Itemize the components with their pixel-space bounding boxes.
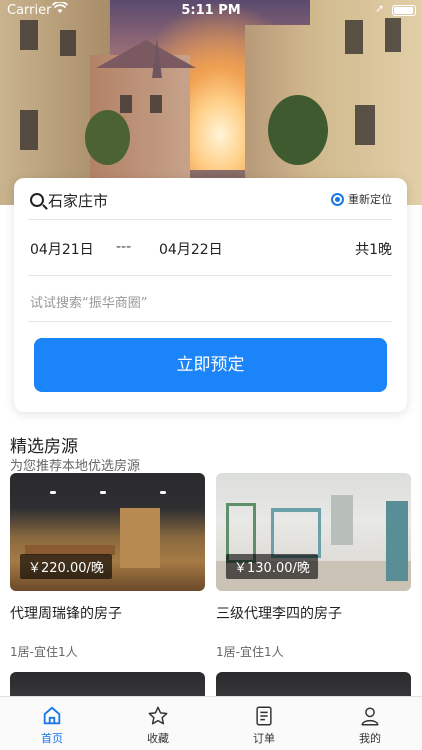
tab-favorites[interactable]: 收藏 [118, 705, 198, 746]
battery-icon [392, 5, 416, 16]
listing-photo[interactable]: ￥130.00/晚 [216, 473, 411, 591]
star-icon [148, 706, 168, 725]
city-name[interactable]: 石家庄市 [48, 190, 108, 211]
section-subtitle: 为您推荐本地优选房源 [10, 459, 141, 474]
search-icon [30, 193, 44, 207]
listing-card[interactable]: ￥130.00/晚 三级代理李四的房子 1居-宜住1人 [216, 473, 411, 660]
price-badge: ￥220.00/晚 [20, 554, 112, 579]
listing-meta: 1居-宜住1人 [10, 645, 78, 659]
check-in-date[interactable]: 04月21日 [30, 239, 94, 259]
listing-name[interactable]: 代理周瑞锋的房子 [10, 603, 205, 623]
person-icon [361, 707, 379, 726]
tab-profile[interactable]: 我的 [330, 705, 410, 746]
tab-label: 订单 [253, 732, 275, 745]
listing-name[interactable]: 三级代理李四的房子 [216, 603, 411, 623]
date-separator: --- [116, 239, 132, 255]
hero-banner-image [0, 0, 422, 205]
search-card: 石家庄市 重新定位 04月21日 --- 04月22日 共1晚 试试搜索“振华商… [14, 178, 407, 412]
tab-home[interactable]: 首页 [12, 705, 92, 746]
clock: 5:11 PM [181, 3, 241, 18]
keyword-placeholder: 试试搜索“振华商圈” [30, 296, 148, 311]
check-out-date[interactable]: 04月22日 [159, 239, 223, 259]
tab-label: 我的 [359, 732, 381, 745]
book-now-button[interactable]: 立即预定 [34, 338, 387, 392]
price-badge: ￥130.00/晚 [226, 554, 318, 579]
relocate-button[interactable]: 重新定位 [331, 191, 392, 207]
keyword-search-field[interactable]: 试试搜索“振华商圈” [28, 278, 392, 322]
listing-photo[interactable]: ￥220.00/晚 [10, 473, 205, 591]
city-row[interactable]: 石家庄市 重新定位 [28, 188, 392, 220]
listing-meta: 1居-宜住1人 [216, 645, 284, 659]
tab-orders[interactable]: 订单 [224, 705, 304, 746]
tab-label: 首页 [41, 732, 63, 745]
status-bar: Carrier 5:11 PM ➚ [0, 0, 422, 22]
locate-icon [331, 192, 344, 206]
home-icon [43, 706, 61, 725]
listing-card[interactable]: ￥220.00/晚 代理周瑞锋的房子 1居-宜住1人 [10, 473, 205, 660]
tab-label: 收藏 [147, 732, 169, 745]
relocate-label: 重新定位 [348, 193, 392, 206]
document-icon [256, 706, 272, 726]
location-arrow-icon: ➚ [375, 2, 385, 15]
nights-count: 共1晚 [355, 242, 392, 258]
section-title: 精选房源 [10, 437, 78, 457]
date-row[interactable]: 04月21日 --- 04月22日 共1晚 [28, 222, 392, 276]
tab-bar: 首页 收藏 订单 我的 [0, 696, 422, 750]
